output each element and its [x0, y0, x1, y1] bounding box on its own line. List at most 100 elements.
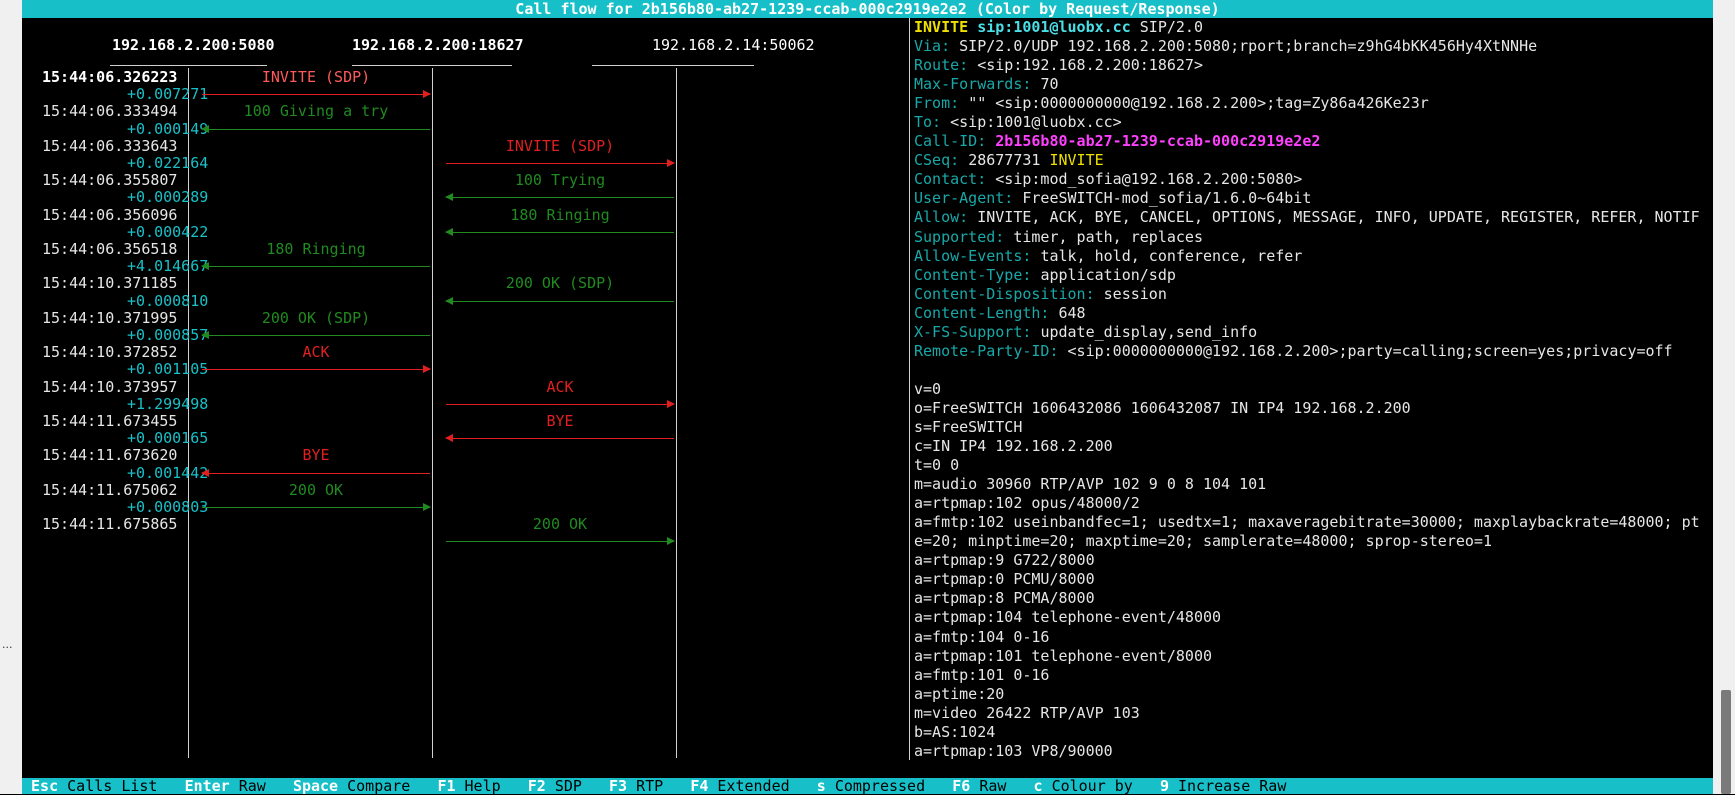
header-key: X-FS-Support:: [914, 322, 1032, 341]
message-timestamp: 15:44:06.333643: [42, 136, 178, 155]
message-label[interactable]: ACK: [444, 378, 676, 396]
host-underline: [352, 65, 512, 66]
header-key: Allow:: [914, 208, 969, 227]
shortcut-f2[interactable]: F2 SDP: [528, 777, 582, 795]
message-arrow[interactable]: [446, 159, 675, 167]
scrollbar[interactable]: [1713, 0, 1735, 794]
shortcut-esc[interactable]: Esc Calls List: [31, 777, 157, 795]
shortcut-action: Extended: [717, 777, 790, 795]
message-delta: +0.001105: [127, 360, 209, 379]
sdp-line: t=0 0: [914, 456, 960, 475]
sdp-line: a=rtpmap:8 PCMA/8000: [914, 589, 1095, 608]
header-value: <sip:1001@luobx.cc>: [950, 113, 1122, 132]
header-value: SIP/2.0/UDP 192.168.2.200:5080;rport;bra…: [959, 37, 1538, 56]
shortcut-key: F1: [437, 777, 456, 795]
message-label[interactable]: INVITE (SDP): [444, 137, 676, 155]
message-label[interactable]: 100 Trying: [444, 171, 676, 189]
shortcut-f6[interactable]: F6 Raw: [952, 777, 1006, 795]
message-label[interactable]: 100 Giving a try: [200, 102, 432, 120]
request-version: SIP/2.0: [1139, 18, 1203, 36]
message-label[interactable]: 200 OK: [444, 515, 676, 533]
message-arrow[interactable]: [202, 503, 431, 511]
message-label[interactable]: BYE: [200, 446, 432, 464]
shortcut-key: 9: [1159, 777, 1169, 795]
message-label[interactable]: BYE: [444, 412, 676, 430]
shortcut-9[interactable]: 9 Increase Raw: [1160, 777, 1286, 795]
header-key: Supported:: [914, 227, 1005, 246]
message-arrow[interactable]: [201, 124, 430, 133]
message-arrow[interactable]: [445, 434, 674, 443]
host-label: 192.168.2.14:50062: [652, 36, 815, 54]
sip-header: User-Agent: FreeSWITCH-mod_sofia/1.6.0~6…: [914, 189, 1709, 208]
sip-header: Allow-Events: talk, hold, conference, re…: [914, 247, 1709, 266]
sip-header: Max-Forwards: 70: [914, 75, 1709, 94]
message-label[interactable]: ACK: [200, 343, 432, 361]
message-timestamp: 15:44:11.673620: [42, 446, 178, 465]
shortcut-key: Enter: [184, 777, 230, 795]
message-arrow[interactable]: [201, 262, 430, 271]
sdp-line: a=rtpmap:104 telephone-event/48000: [914, 608, 1222, 627]
sip-header: Route: <sip:192.168.2.200:18627>: [914, 56, 1709, 75]
sip-header: Allow: INVITE, ACK, BYE, CANCEL, OPTIONS…: [914, 208, 1709, 227]
message-arrow[interactable]: [201, 331, 430, 339]
message-timestamp: 15:44:11.675062: [42, 480, 178, 499]
message-arrow[interactable]: [202, 90, 431, 99]
message-label[interactable]: 200 OK (SDP): [444, 274, 676, 292]
header-key: Remote-Party-ID:: [914, 341, 1059, 360]
shortcut-f4[interactable]: F4 Extended: [690, 777, 789, 795]
header-value: "" <sip:0000000000@192.168.2.200>;tag=Zy…: [968, 94, 1429, 113]
message-label[interactable]: INVITE (SDP): [200, 68, 432, 86]
message-delta: +0.022164: [127, 154, 209, 172]
message-arrow[interactable]: [445, 193, 674, 202]
scrollbar-thumb[interactable]: [1721, 690, 1731, 794]
message-arrow[interactable]: [445, 296, 674, 305]
header-value: 2b156b80-ab27-1239-ccab-000c2919e2e2: [995, 132, 1321, 151]
message-label[interactable]: 200 OK (SDP): [200, 309, 432, 327]
message-timestamp: 15:44:06.355807: [42, 171, 178, 190]
message-timestamp: 15:44:11.675865: [42, 515, 178, 534]
left-edge-mark: ...: [2, 638, 13, 651]
shortcut-s[interactable]: s Compressed: [817, 777, 925, 795]
message-delta: +0.000803: [127, 498, 209, 516]
header-key: To:: [914, 113, 942, 132]
sip-header: To: <sip:1001@luobx.cc>: [914, 113, 1709, 132]
raw-message-panel[interactable]: INVITE sip:1001@luobx.cc SIP/2.0 Via: SIP…: [914, 18, 1709, 760]
shortcut-action: Colour by: [1051, 777, 1133, 795]
header-value: INVITE, ACK, BYE, CANCEL, OPTIONS, MESSA…: [977, 208, 1700, 227]
header-value: update_display,send_info: [1040, 322, 1258, 341]
shortcut-action: SDP: [554, 777, 582, 795]
shortcut-f3[interactable]: F3 RTP: [609, 777, 663, 795]
sdp-line: a=fmtp:102 useinbandfec=1; usedtx=1; max…: [914, 513, 1700, 532]
message-delta: +4.014667: [127, 257, 209, 276]
message-arrow[interactable]: [446, 399, 675, 408]
header-value: talk, hold, conference, refer: [1040, 246, 1303, 265]
sip-header: Content-Type: application/sdp: [914, 266, 1709, 285]
shortcut-space[interactable]: Space Compare: [293, 777, 410, 795]
message-arrow[interactable]: [202, 365, 431, 374]
message-delta: +0.000810: [127, 291, 209, 310]
message-label[interactable]: 180 Ringing: [444, 206, 676, 224]
sdp-line: a=rtpmap:0 PCMU/8000: [914, 570, 1095, 589]
header-value: 28677731: [968, 151, 1041, 170]
shortcut-action: Calls List: [67, 777, 158, 795]
header-value: <sip:192.168.2.200:18627>: [977, 56, 1203, 75]
shortcut-action: RTP: [636, 777, 664, 795]
shortcut-enter[interactable]: Enter Raw: [185, 777, 266, 795]
request-line: INVITE sip:1001@luobx.cc SIP/2.0: [914, 18, 1709, 37]
shortcut-f1[interactable]: F1 Help: [437, 777, 500, 795]
message-label[interactable]: 180 Ringing: [200, 240, 432, 258]
message-timestamp: 15:44:10.371995: [42, 308, 178, 327]
message-arrow[interactable]: [201, 468, 430, 477]
call-flow-panel: 192.168.2.200:5080 192.168.2.200:18627 192…: [22, 18, 907, 760]
message-label[interactable]: 200 OK: [200, 481, 432, 499]
message-arrow[interactable]: [446, 537, 675, 546]
shortcut-c[interactable]: c Colour by: [1034, 777, 1133, 795]
message-timestamp: 15:44:06.333494: [42, 102, 178, 121]
host-underline: [592, 65, 754, 66]
shortcut-action: Help: [464, 777, 501, 795]
header-key: CSeq:: [914, 151, 960, 170]
header-key: Content-Disposition:: [914, 284, 1095, 303]
message-delta: +0.000857: [127, 326, 209, 344]
lifeline: [676, 68, 677, 758]
message-arrow[interactable]: [445, 227, 674, 236]
